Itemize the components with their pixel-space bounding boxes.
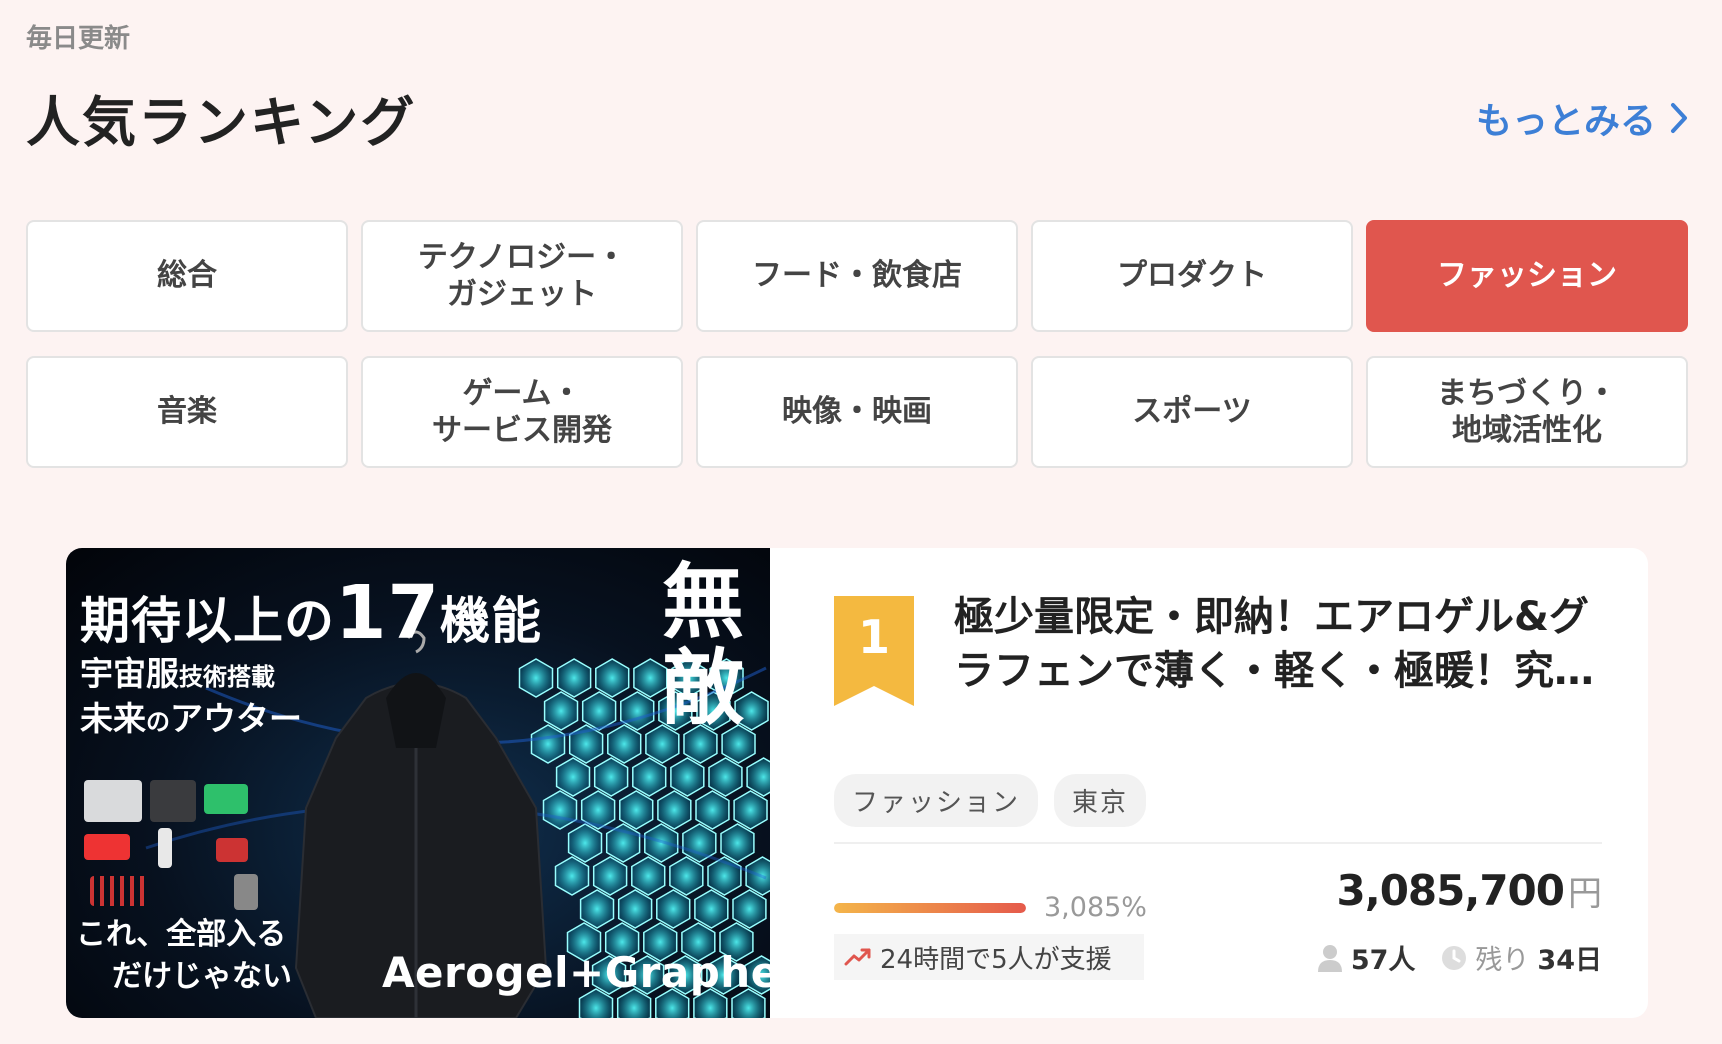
hexagon-cell (670, 757, 705, 797)
hexagon-cell (732, 889, 767, 929)
hexagon-cell (554, 856, 590, 896)
funded-amount: 3,085,700 円 (1337, 866, 1602, 915)
category-tab[interactable]: 映像・映画 (696, 356, 1018, 468)
project-card[interactable]: 期待以上の17機能 宇宙服技術搭載 未来のアウター 無 敵 これ、全部入る だけ… (66, 548, 1648, 1018)
clock-icon (1442, 945, 1467, 970)
amount-value: 3,085,700 (1336, 866, 1565, 915)
chevron-right-icon (1671, 103, 1687, 133)
see-more-label: もっとみる (1475, 101, 1656, 142)
divider (834, 842, 1602, 844)
category-tabs: 総合 テクノロジー・ ガジェット フード・飲食店 プロダクト ファッション音楽 ゲーム・ … (26, 220, 1688, 468)
section-title: 人気ランキング (26, 91, 417, 154)
hexagon-cell (556, 658, 592, 698)
rank-number: 1 (857, 610, 890, 664)
hexagon-cell (619, 790, 654, 830)
progress-bar (834, 902, 1026, 913)
progress-fill (834, 902, 1026, 913)
hexagon-cell (530, 724, 566, 764)
supporter-count: 57人 (1350, 945, 1416, 976)
hexagon-cell (543, 691, 579, 731)
trending-up-icon (844, 948, 871, 966)
image-subheadline: 宇宙服技術搭載 未来のアウター (80, 654, 302, 738)
image-brand-text: Aerogel+Graphene (382, 948, 770, 997)
progress-percent: 3,085% (1044, 892, 1147, 923)
hexagon-cell (555, 757, 591, 797)
project-stats: 57人 残り 34日 (1317, 938, 1602, 977)
update-frequency-label: 毎日更新 (26, 24, 131, 54)
see-more-link[interactable]: もっとみる (1476, 92, 1688, 144)
switch-graphic (84, 834, 130, 860)
category-tab[interactable]: ゲーム・ サービス開発 (361, 356, 683, 468)
image-vertical-text: 無 敵 (661, 555, 744, 737)
hexagon-cell (694, 889, 729, 929)
hexagon-cell (695, 790, 730, 830)
bottle-graphic (158, 828, 172, 868)
progress: 3,085% (834, 892, 1147, 923)
hexagon-cell (657, 790, 692, 830)
category-tab[interactable]: フード・飲食店 (696, 220, 1018, 332)
hexagon-cell (617, 889, 653, 929)
project-tag[interactable]: ファッション (834, 774, 1039, 827)
hexagon-cell (669, 856, 704, 896)
card-graphic (216, 838, 248, 862)
project-info: 1 極少量限定・即納！エアロゲル&グラフェンで薄く・軽く・極暖！究… ファッショ… (770, 548, 1648, 1018)
rank-badge: 1 (834, 596, 914, 706)
category-tab[interactable]: プロダクト (1031, 220, 1353, 332)
hexagon-cell (631, 856, 666, 896)
hexagon-cell (593, 757, 629, 797)
category-tab[interactable]: ファッション (1366, 220, 1688, 332)
project-tags: ファッション 東京 (834, 774, 1147, 827)
case-graphic (204, 784, 248, 814)
category-tab[interactable]: 音楽 (26, 356, 348, 468)
image-headline: 期待以上の17機能 (80, 570, 542, 656)
category-tab[interactable]: スポーツ (1031, 356, 1353, 468)
laptop-graphic (84, 780, 142, 822)
hexagon-cell (620, 691, 655, 731)
amount-unit: 円 (1568, 874, 1602, 914)
phone-graphic (234, 874, 258, 910)
hexagon-cell (592, 856, 628, 896)
project-title[interactable]: 極少量限定・即納！エアロゲル&グラフェンで薄く・軽く・極暖！究… (954, 590, 1614, 698)
project-tag[interactable]: 東京 (1054, 774, 1147, 827)
hexagon-cell (567, 823, 603, 863)
hexagon-cell (632, 757, 667, 797)
image-bottom-text: これ、全部入る だけじゃない (76, 917, 292, 994)
hexagon-cell (579, 889, 615, 929)
ranking-section: 毎日更新 人気ランキング もっとみる 総合 テクノロジー・ ガジェット フード・飲食… (0, 0, 1722, 1044)
hexagon-cell (656, 889, 691, 929)
remaining-days: 34日 (1537, 945, 1602, 976)
hexagon-cell (733, 790, 768, 830)
person-icon (1317, 944, 1342, 972)
trend-badge: 24時間で5人が支援 (834, 934, 1144, 980)
hexagon-cell (607, 724, 642, 764)
trend-text: 24時間で5人が支援 (880, 944, 1112, 975)
remaining-label: 残り (1475, 945, 1530, 976)
hexagon-cell (595, 658, 630, 698)
category-tab[interactable]: まちづくり・ 地域活性化 (1366, 356, 1688, 468)
hexagon-cell (542, 790, 578, 830)
category-tab[interactable]: テクノロジー・ ガジェット (361, 220, 683, 332)
tablet-graphic (150, 780, 196, 822)
category-tab[interactable]: 総合 (26, 220, 348, 332)
hexagon-cell (518, 658, 554, 698)
hexagon-cell (720, 823, 755, 863)
tools-graphic (90, 876, 150, 906)
hexagon-cell (708, 757, 743, 797)
project-thumbnail[interactable]: 期待以上の17機能 宇宙服技術搭載 未来のアウター 無 敵 これ、全部入る だけ… (66, 548, 770, 1018)
